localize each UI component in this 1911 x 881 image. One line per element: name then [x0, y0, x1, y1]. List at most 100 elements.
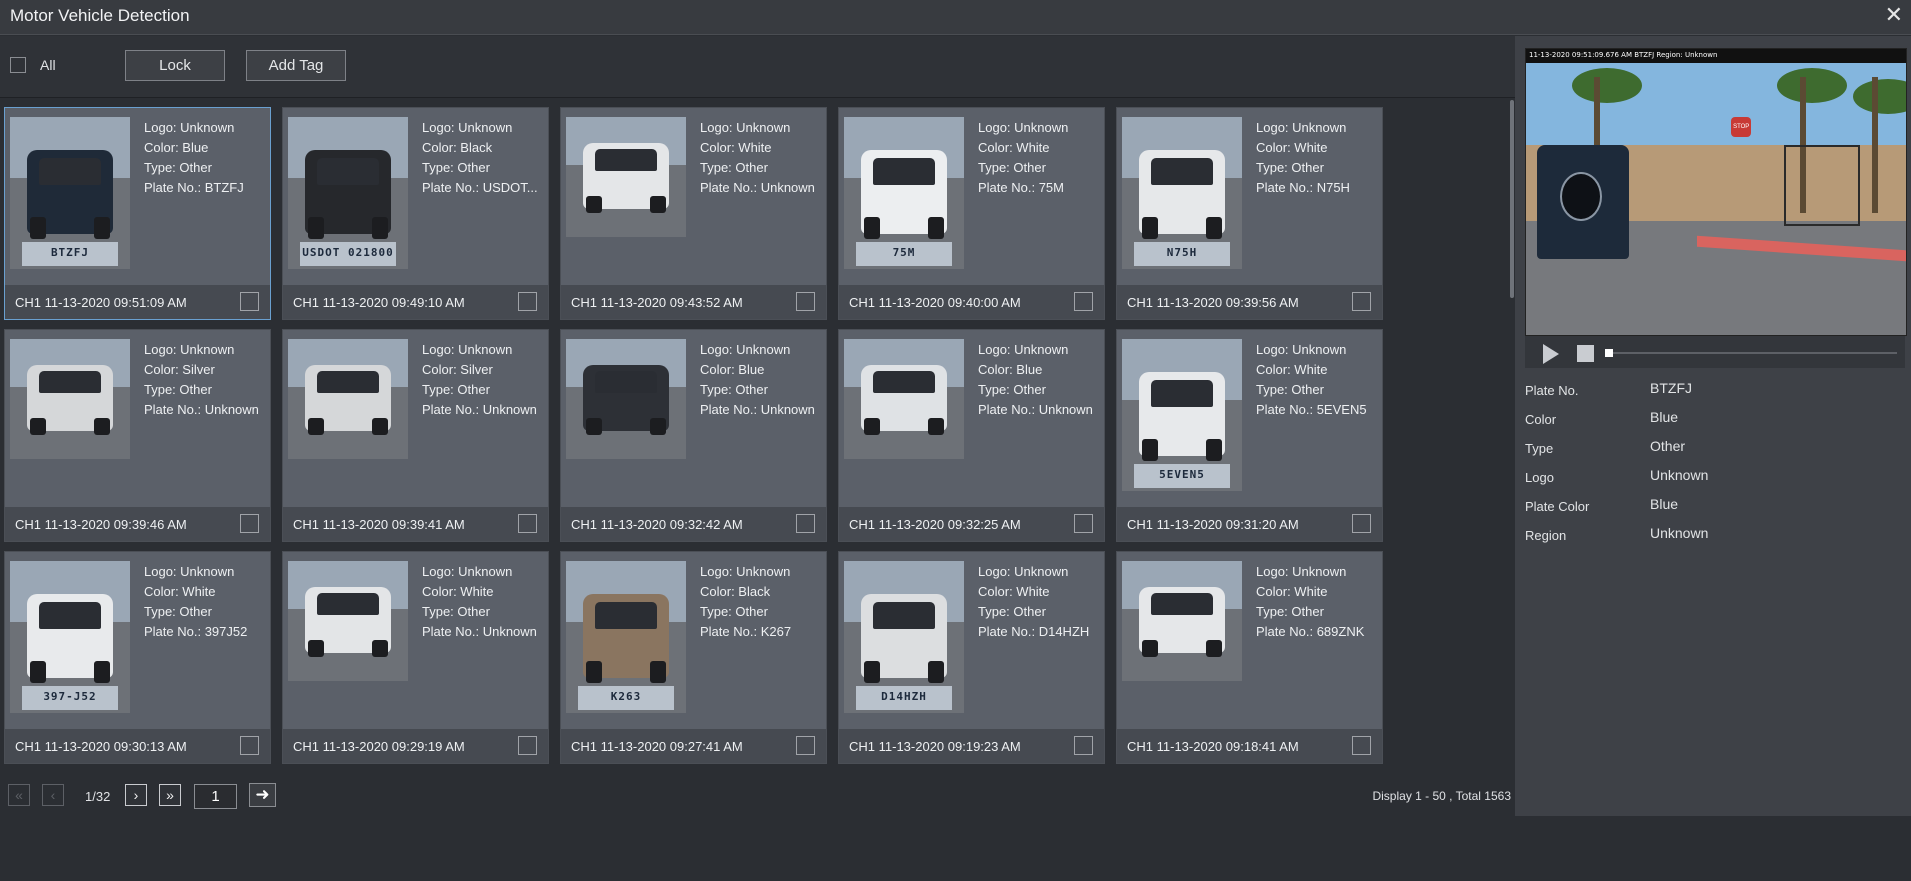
vehicle-logo-label: Logo:	[1256, 342, 1293, 357]
card-select-checkbox[interactable]	[240, 514, 259, 533]
vehicle-thumbnail[interactable]: K263	[566, 561, 686, 713]
playback-progress-knob[interactable]	[1605, 349, 1613, 357]
vehicle-plate: Plate No.: 397J52	[144, 622, 269, 642]
card-footer: CH1 11-13-2020 09:39:56 AM	[1117, 285, 1382, 319]
vehicle-card[interactable]: 5EVEN5 Logo: Unknown Color: White Type: Oth…	[1116, 329, 1383, 542]
vehicle-card[interactable]: 75M Logo: Unknown Color: White Type: Other P…	[838, 107, 1105, 320]
card-select-checkbox[interactable]	[1352, 736, 1371, 755]
card-footer: CH1 11-13-2020 09:43:52 AM	[561, 285, 826, 319]
vehicle-thumbnail[interactable]: BTZFJ	[10, 117, 130, 269]
playback-controls	[1525, 336, 1905, 368]
vehicle-thumbnail[interactable]: D14HZH	[844, 561, 964, 713]
vehicle-plate-label: Plate No.:	[978, 180, 1039, 195]
vehicle-logo-value: Unknown	[180, 120, 235, 135]
vehicle-plate-label: Plate No.:	[978, 624, 1039, 639]
card-footer: CH1 11-13-2020 09:27:41 AM	[561, 729, 826, 763]
card-select-checkbox[interactable]	[796, 292, 815, 311]
card-select-checkbox[interactable]	[518, 514, 537, 533]
card-select-checkbox[interactable]	[1352, 514, 1371, 533]
vehicle-plate: Plate No.: Unknown	[978, 400, 1103, 420]
vehicle-thumbnail[interactable]	[288, 561, 408, 681]
capture-timestamp: CH1 11-13-2020 09:19:23 AM	[849, 739, 1021, 754]
vehicle-logo-value: Unknown	[180, 342, 235, 357]
vehicle-color: Color: Blue	[144, 138, 269, 158]
detail-row: Type Other	[1525, 436, 1905, 465]
vehicle-color-value: White	[182, 584, 216, 599]
card-select-checkbox[interactable]	[518, 292, 537, 311]
card-footer: CH1 11-13-2020 09:49:10 AM	[283, 285, 548, 319]
vehicle-type-value: Other	[1013, 160, 1046, 175]
vehicle-info: Logo: Unknown Color: White Type: Other Plat…	[1256, 562, 1381, 642]
vehicle-logo-value: Unknown	[1292, 564, 1347, 579]
vehicle-card[interactable]: D14HZH Logo: Unknown Color: White Type: Oth…	[838, 551, 1105, 764]
detail-row: Plate No. BTZFJ	[1525, 378, 1905, 407]
vehicle-thumbnail[interactable]: USDOT 021800	[288, 117, 408, 269]
vehicle-card[interactable]: Logo: Unknown Color: Silver Type: Other Pla…	[282, 329, 549, 542]
results-grid: BTZFJ Logo: Unknown Color: Blue Type: Other…	[0, 98, 1515, 765]
video-preview[interactable]: 11-13-2020 09:51:09.676 AM BTZFJ Region:…	[1525, 48, 1907, 336]
vehicle-thumbnail[interactable]	[566, 339, 686, 459]
vehicle-type-label: Type:	[700, 604, 736, 619]
vehicle-card[interactable]: USDOT 021800 Logo: Unknown Color: Black Typ…	[282, 107, 549, 320]
close-icon[interactable]: ✕	[1885, 4, 1903, 26]
first-page-icon[interactable]: «	[8, 784, 30, 806]
vehicle-info: Logo: Unknown Color: Blue Type: Other Plate…	[978, 340, 1103, 420]
grid-scrollbar[interactable]	[1510, 100, 1514, 298]
detail-row: Plate Color Blue	[1525, 494, 1905, 523]
vehicle-logo-label: Logo:	[144, 120, 181, 135]
vehicle-color-label: Color:	[978, 362, 1017, 377]
vehicle-card[interactable]: K263 Logo: Unknown Color: Black Type: Other…	[560, 551, 827, 764]
page-number-input[interactable]	[194, 784, 237, 809]
vehicle-thumbnail[interactable]	[10, 339, 130, 459]
card-select-checkbox[interactable]	[240, 292, 259, 311]
play-icon[interactable]	[1543, 344, 1559, 364]
vehicle-plate-label: Plate No.:	[700, 402, 761, 417]
vehicle-card[interactable]: Logo: Unknown Color: White Type: Other Plat…	[1116, 551, 1383, 764]
vehicle-thumbnail[interactable]: 75M	[844, 117, 964, 269]
prev-page-icon[interactable]: ‹	[42, 784, 64, 806]
vehicle-card[interactable]: N75H Logo: Unknown Color: White Type: Other…	[1116, 107, 1383, 320]
vehicle-color: Color: White	[1256, 360, 1381, 380]
vehicle-card[interactable]: Logo: Unknown Color: Blue Type: Other Plate…	[560, 329, 827, 542]
vehicle-type-value: Other	[457, 382, 490, 397]
detail-panel: 11-13-2020 09:51:09.676 AM BTZFJ Region:…	[1515, 36, 1911, 816]
vehicle-thumbnail[interactable]: 5EVEN5	[1122, 339, 1242, 491]
vehicle-thumbnail[interactable]	[566, 117, 686, 237]
vehicle-card[interactable]: Logo: Unknown Color: Silver Type: Other Pla…	[4, 329, 271, 542]
vehicle-thumbnail[interactable]: 397-J52	[10, 561, 130, 713]
select-all-checkbox[interactable]	[10, 57, 26, 73]
add-tag-button[interactable]: Add Tag	[246, 50, 346, 81]
detail-label: Plate Color	[1525, 499, 1590, 514]
lock-button[interactable]: Lock	[125, 50, 225, 81]
vehicle-card[interactable]: BTZFJ Logo: Unknown Color: Blue Type: Other…	[4, 107, 271, 320]
vehicle-card[interactable]: Logo: Unknown Color: White Type: Other Plat…	[282, 551, 549, 764]
vehicle-card[interactable]: 397-J52 Logo: Unknown Color: White Type: Ot…	[4, 551, 271, 764]
card-select-checkbox[interactable]	[796, 736, 815, 755]
playback-progress-track[interactable]	[1607, 352, 1897, 354]
next-page-icon[interactable]: ›	[125, 784, 147, 806]
card-select-checkbox[interactable]	[240, 736, 259, 755]
vehicle-thumbnail[interactable]	[844, 339, 964, 459]
vehicle-thumbnail[interactable]	[288, 339, 408, 459]
go-to-page-button[interactable]: ➜	[249, 783, 276, 807]
vehicle-thumbnail[interactable]	[1122, 561, 1242, 681]
card-select-checkbox[interactable]	[518, 736, 537, 755]
vehicle-thumbnail[interactable]: N75H	[1122, 117, 1242, 269]
card-select-checkbox[interactable]	[1074, 292, 1093, 311]
last-page-icon[interactable]: »	[159, 784, 181, 806]
card-select-checkbox[interactable]	[1074, 514, 1093, 533]
vehicle-color: Color: White	[978, 582, 1103, 602]
card-select-checkbox[interactable]	[1352, 292, 1371, 311]
card-select-checkbox[interactable]	[1074, 736, 1093, 755]
detail-label: Plate No.	[1525, 383, 1579, 398]
stop-icon[interactable]	[1577, 345, 1594, 362]
vehicle-info: Logo: Unknown Color: White Type: Other Plat…	[978, 118, 1103, 198]
vehicle-card[interactable]: Logo: Unknown Color: White Type: Other Plat…	[560, 107, 827, 320]
card-select-checkbox[interactable]	[796, 514, 815, 533]
vehicle-type-value: Other	[457, 160, 490, 175]
vehicle-card[interactable]: Logo: Unknown Color: Blue Type: Other Plate…	[838, 329, 1105, 542]
vehicle-info: Logo: Unknown Color: Silver Type: Other Pla…	[422, 340, 547, 420]
vehicle-plate: Plate No.: 5EVEN5	[1256, 400, 1381, 420]
card-footer: CH1 11-13-2020 09:29:19 AM	[283, 729, 548, 763]
card-footer: CH1 11-13-2020 09:40:00 AM	[839, 285, 1104, 319]
